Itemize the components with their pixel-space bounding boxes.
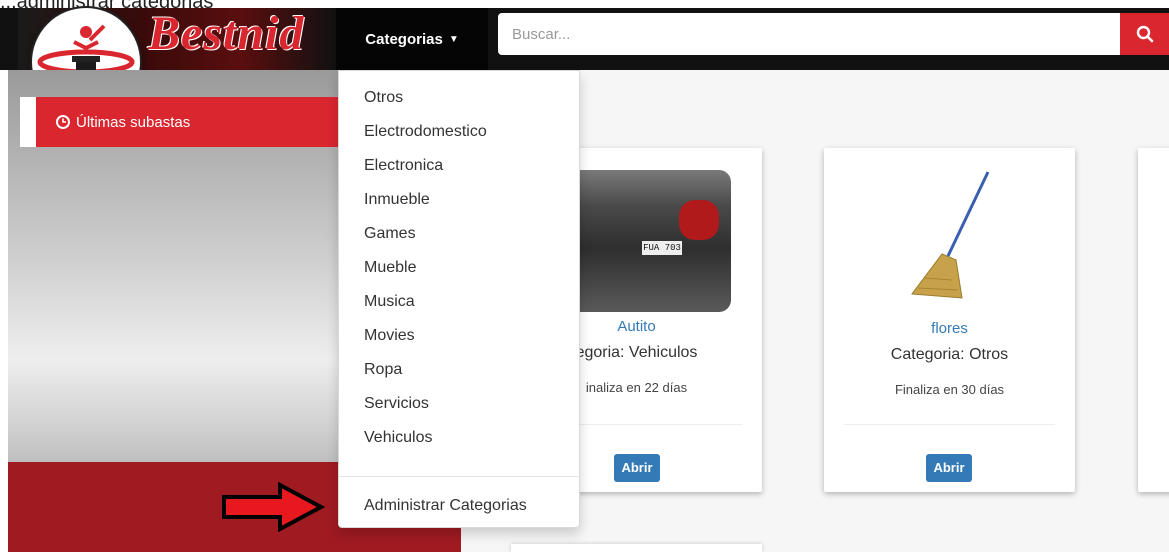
open-auction-button[interactable]: Abrir [926,454,972,482]
dropdown-item-category[interactable]: Electrodomestico [339,117,579,147]
dropdown-divider [339,476,579,477]
search-button[interactable] [1120,13,1169,55]
open-auction-button[interactable]: Abrir [614,454,660,482]
dropdown-item-category[interactable]: Otros [339,83,579,113]
categories-dropdown-menu: Otros Electrodomestico Electronica Inmue… [338,70,580,528]
auction-category: Categoria: Otros [890,346,1009,363]
car-plate: FUA 703 [641,240,683,256]
dropdown-item-category[interactable]: Mueble [339,253,579,283]
search-bar [498,13,1169,55]
dropdown-item-category[interactable]: Movies [339,321,579,351]
dropdown-item-category[interactable]: Musica [339,287,579,317]
dropdown-item-category[interactable]: Electronica [339,151,579,181]
search-icon [1136,25,1153,43]
categories-dropdown-toggle[interactable]: Categorias ▼ [336,8,488,70]
auction-image-broom[interactable] [904,168,994,308]
dropdown-item-category[interactable]: Inmueble [339,185,579,215]
auction-title-link[interactable]: flores [824,320,1075,337]
brand-logo-text[interactable]: Bestnid [148,6,304,61]
search-input[interactable] [498,13,1120,55]
auction-ends-in: Finaliza en 30 días [894,382,1005,397]
auction-card: flores Categoria: Otros Finaliza en 30 d… [824,148,1075,492]
right-arrow-icon [222,482,326,532]
sidebar-item-label: Últimas subastas [76,113,191,131]
categories-label: Categorias [365,30,443,48]
dropdown-item-admin-categories[interactable]: Administrar Categorias [339,491,579,521]
dropdown-item-category[interactable]: Ropa [339,355,579,385]
dropdown-item-category[interactable]: Games [339,219,579,249]
auction-card-partial [1138,148,1169,492]
clock-icon [56,115,70,129]
dropdown-item-category[interactable]: Vehiculos [339,423,579,453]
card-divider [844,424,1055,425]
auction-card-partial [511,544,762,552]
caret-down-icon: ▼ [448,33,459,45]
car-taillight [679,200,719,240]
dropdown-item-category[interactable]: Servicios [339,389,579,419]
